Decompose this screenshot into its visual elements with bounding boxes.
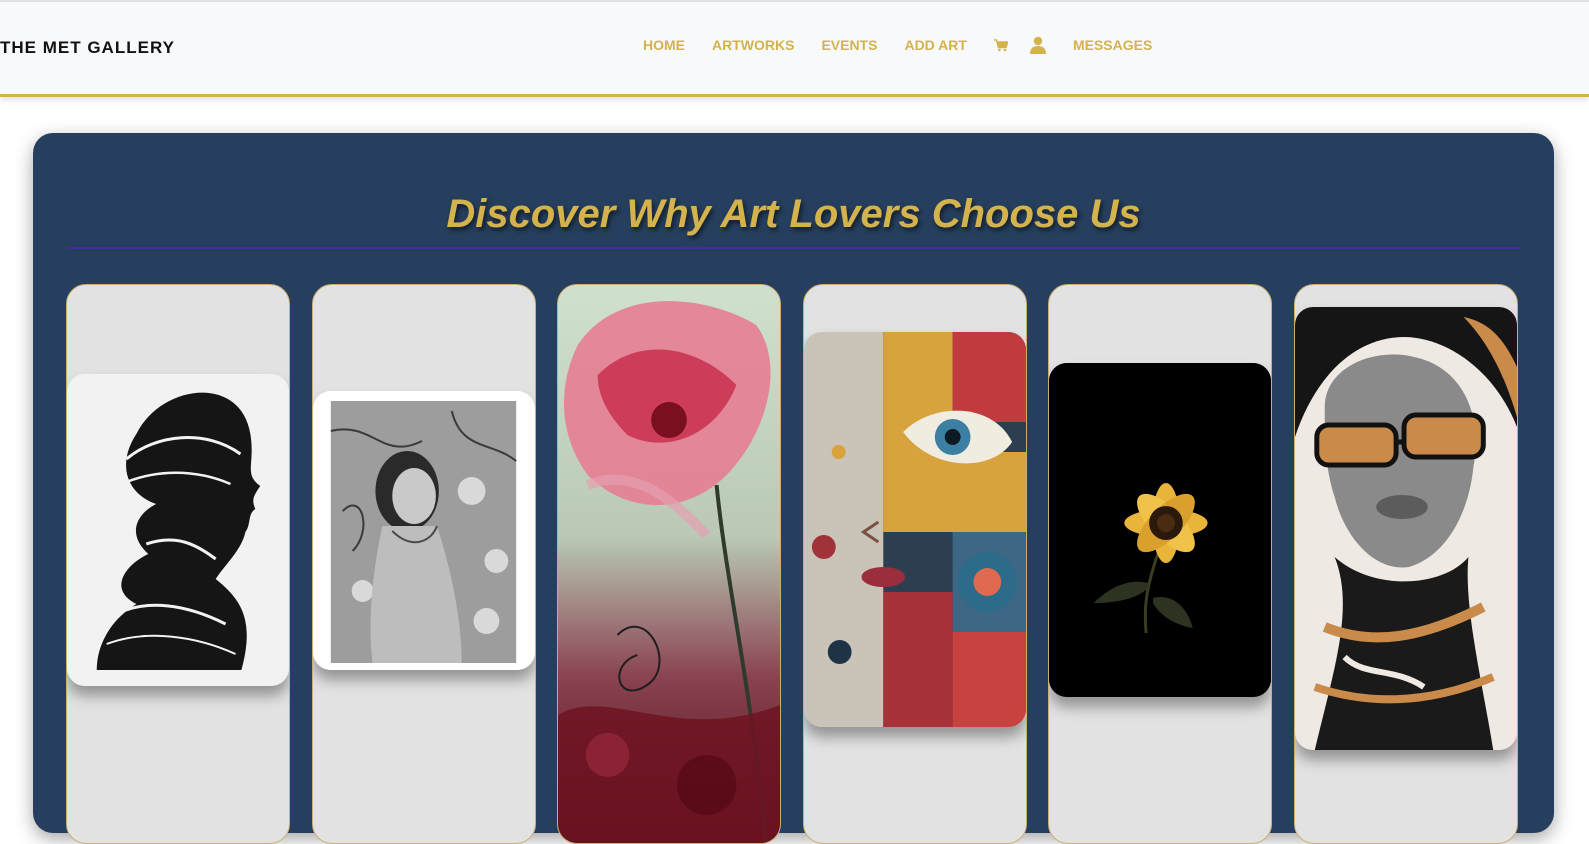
artwork-card-4[interactable] [803, 284, 1027, 844]
artwork-image-5 [1049, 363, 1271, 697]
nav-events[interactable]: EVENTS [821, 37, 877, 53]
why-choose-us-section: Discover Why Art Lovers Choose Us [33, 133, 1554, 844]
artwork-image-1 [67, 374, 289, 686]
artwork-image-4 [804, 332, 1026, 727]
main-nav: HOME ARTWORKS EVENTS ADD ART MESSAGES [643, 35, 1152, 55]
nav-messages[interactable]: MESSAGES [1073, 37, 1152, 53]
site-logo[interactable]: THE MET GALLERY [0, 38, 175, 58]
artwork-image-3 [558, 285, 780, 843]
artwork-card-1[interactable] [66, 284, 290, 844]
artwork-image-2 [313, 391, 535, 670]
navbar: THE MET GALLERY HOME ARTWORKS EVENTS ADD… [0, 0, 1589, 97]
artwork-card-5[interactable] [1048, 284, 1272, 844]
title-divider [67, 247, 1521, 249]
artwork-card-6[interactable] [1294, 284, 1518, 844]
section-title: Discover Why Art Lovers Choose Us [446, 192, 1141, 236]
artwork-card-3[interactable] [557, 284, 781, 844]
user-icon[interactable] [1029, 36, 1047, 54]
artwork-image-6 [1295, 307, 1517, 750]
cart-icon[interactable] [993, 38, 1008, 52]
nav-add-art[interactable]: ADD ART [904, 37, 966, 53]
nav-home[interactable]: HOME [643, 37, 685, 53]
nav-artworks[interactable]: ARTWORKS [712, 37, 794, 53]
artwork-card-2[interactable] [312, 284, 536, 844]
